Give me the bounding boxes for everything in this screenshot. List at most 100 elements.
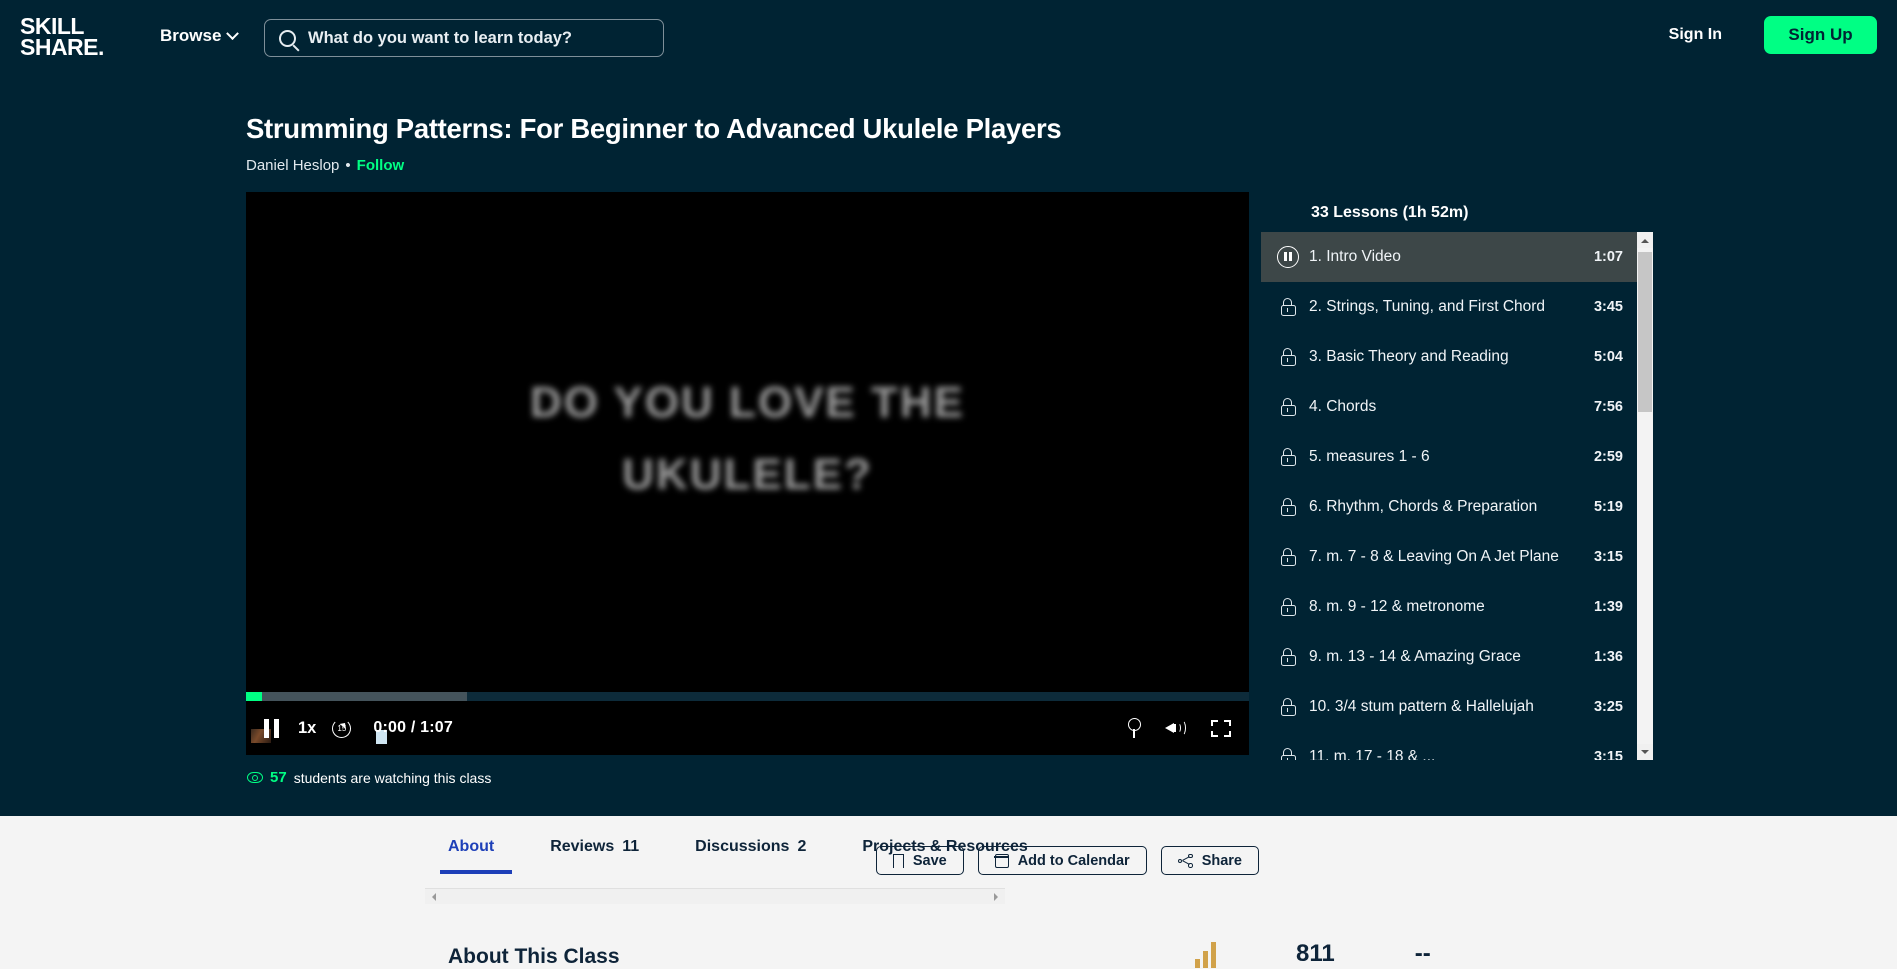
lesson-list[interactable]: 1. Intro Video 1:07 2. Strings, Tuning, an… [1261,232,1637,760]
lesson-row[interactable]: 11. m. 17 - 18 & ... 3:15 [1261,732,1637,760]
search-icon [279,29,296,47]
lock-icon [1280,597,1296,617]
lesson-duration: 1:36 [1593,649,1623,665]
lesson-icon [1273,697,1303,717]
lesson-row[interactable]: 8. m. 9 - 12 & metronome 1:39 [1261,582,1637,632]
pause-button[interactable] [264,718,298,738]
lesson-title: 4. Chords [1309,398,1377,415]
lesson-duration: 7:56 [1593,399,1623,415]
lesson-icon [1273,297,1303,317]
lesson-duration: 2:59 [1593,449,1623,465]
lesson-row[interactable]: 1. Intro Video 1:07 [1261,232,1637,282]
video-player[interactable]: DO YOU LOVE THE UKULELE? 1x 15 0:00 / 1:… [246,192,1249,755]
lesson-icon [1273,597,1303,617]
tab-reviews[interactable]: Reviews 11 [550,838,667,874]
playback-speed-button[interactable]: 1x [298,719,316,738]
lesson-duration: 5:19 [1593,499,1623,515]
progress-buffered [246,692,467,701]
lock-icon [1280,497,1296,517]
lesson-row[interactable]: 5. measures 1 - 6 2:59 [1261,432,1637,482]
lesson-list-scrollbar[interactable] [1637,232,1653,760]
share-button[interactable]: Share [1160,846,1259,875]
author-name[interactable]: Daniel Heslop [246,157,339,174]
lesson-title: 9. m. 13 - 14 & Amazing Grace [1309,648,1521,665]
tab-discussions[interactable]: Discussions 2 [695,838,834,874]
students-count: 811 [1296,940,1335,967]
lock-icon [1280,347,1296,367]
page-title: Strumming Patterns: For Beginner to Adva… [246,113,1062,144]
lesson-row[interactable]: 10. 3/4 stum pattern & Hallelujah 3:25 [1261,682,1637,732]
scrollbar-thumb[interactable] [1638,252,1652,412]
video-overlay-text: DO YOU LOVE THE UKULELE? [246,367,1249,511]
lesson-row[interactable]: 4. Chords 7:56 [1261,382,1637,432]
lesson-icon [1273,397,1303,417]
lesson-row[interactable]: 6. Rhythm, Chords & Preparation 5:19 [1261,482,1637,532]
lesson-title: 1. Intro Video [1309,248,1401,265]
tab-label: Discussions [695,838,790,855]
action-buttons: Save Add to Calendar Share [875,846,1259,875]
about-this-class-heading: About This Class [448,945,620,968]
lesson-icon [1273,547,1303,567]
save-button[interactable]: Save [875,846,964,875]
lesson-icon [1273,447,1303,467]
lesson-icon [1273,246,1303,268]
save-label: Save [912,852,947,869]
fullscreen-icon[interactable] [1211,719,1231,737]
quality-settings-icon[interactable] [1126,718,1141,738]
students-watching: 57 students are watching this class [247,769,491,786]
lesson-row[interactable]: 2. Strings, Tuning, and First Chord 3:45 [1261,282,1637,332]
follow-button[interactable]: Follow [357,157,405,174]
logo-line-2: SHARE. [20,34,104,60]
lock-icon [1280,547,1296,567]
tabs-horizontal-scrollbar[interactable] [425,888,1005,904]
browse-label: Browse [160,26,222,45]
scroll-down-button[interactable] [1637,744,1653,760]
sign-up-button[interactable]: Sign Up [1764,16,1877,54]
lesson-icon [1273,647,1303,667]
share-icon [1177,853,1193,868]
tab-about[interactable]: About [439,838,522,874]
scroll-left-button[interactable] [428,892,436,901]
secondary-stat: -- [1414,940,1431,967]
calendar-label: Add to Calendar [1017,852,1130,869]
lesson-title: 3. Basic Theory and Reading [1309,348,1509,365]
lesson-row[interactable]: 7. m. 7 - 8 & Leaving On A Jet Plane 3:15 [1261,532,1637,582]
watching-label: students are watching this class [293,769,492,786]
scroll-up-button[interactable] [1637,232,1653,248]
class-stats: 811 -- [1195,940,1431,968]
scroll-right-button[interactable] [994,892,1002,901]
lesson-duration: 3:15 [1593,749,1623,760]
lesson-duration: 1:07 [1593,249,1623,265]
lock-icon [1280,397,1296,417]
lesson-duration: 3:45 [1593,299,1623,315]
lesson-icon [1273,747,1303,760]
calendar-icon [994,853,1009,868]
lesson-title: 10. 3/4 stum pattern & Hallelujah [1309,698,1534,715]
video-overlay-line-2: UKULELE? [622,450,873,499]
lesson-row[interactable]: 3. Basic Theory and Reading 5:04 [1261,332,1637,382]
volume-icon[interactable] [1165,719,1187,737]
lesson-title: 5. measures 1 - 6 [1309,448,1430,465]
lessons-header: 33 Lessons (1h 52m) [1311,204,1469,221]
rewind-15-icon[interactable]: 15 [332,718,352,738]
lock-icon [1280,447,1296,467]
skillshare-logo[interactable]: SKILL SHARE. [20,15,120,60]
progress-played [246,692,263,701]
share-label: Share [1201,852,1242,869]
browse-menu[interactable]: Browse [160,26,240,46]
lesson-duration: 3:25 [1593,699,1623,715]
site-header: SKILL SHARE. Browse What do you want to … [0,0,1897,78]
chevron-down-icon [226,26,240,40]
sign-in-link[interactable]: Sign In [1669,26,1722,44]
lesson-icon [1273,497,1303,517]
progress-bar[interactable] [246,692,1249,701]
add-to-calendar-button[interactable]: Add to Calendar [977,846,1147,875]
video-overlay-line-1: DO YOU LOVE THE [529,378,966,427]
lesson-row[interactable]: 9. m. 13 - 14 & Amazing Grace 1:36 [1261,632,1637,682]
lesson-duration: 3:15 [1593,549,1623,565]
eye-icon [247,772,263,783]
pause-circle-icon [1277,246,1299,268]
lesson-title: 11. m. 17 - 18 & ... [1309,748,1436,760]
lock-icon [1280,647,1296,667]
search-input[interactable]: What do you want to learn today? [264,19,664,57]
